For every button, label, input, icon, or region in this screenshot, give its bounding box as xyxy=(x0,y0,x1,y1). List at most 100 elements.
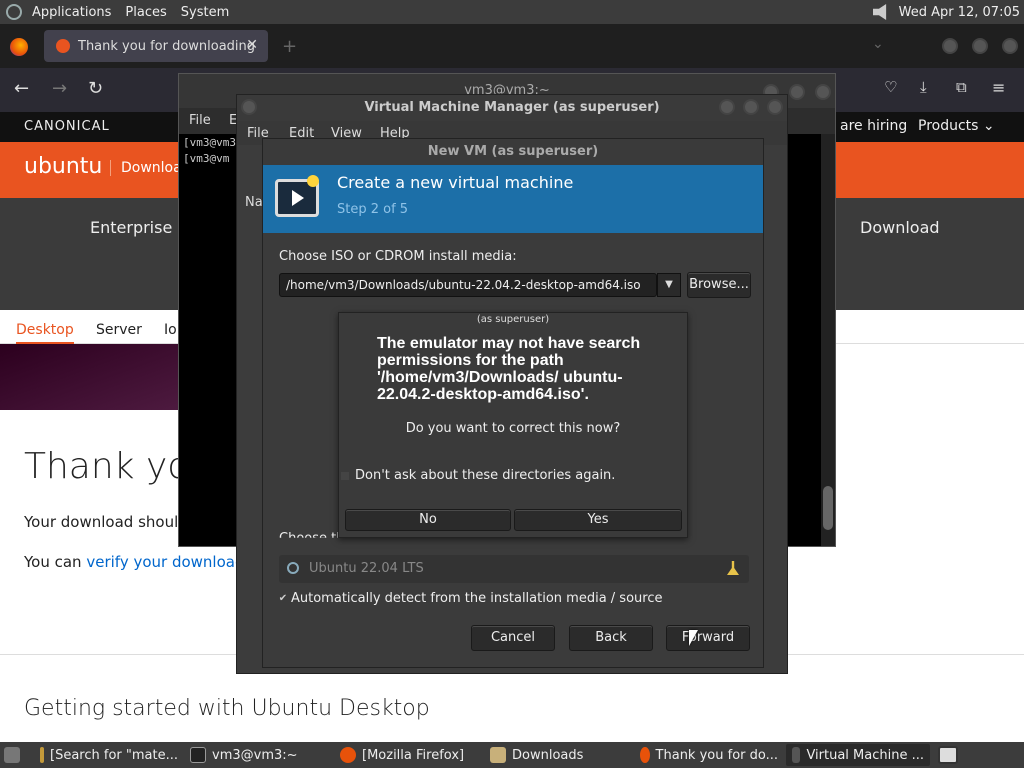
virt-manager-icon xyxy=(792,747,801,763)
system-menu[interactable]: System xyxy=(181,5,229,20)
no-button[interactable]: No xyxy=(345,509,511,531)
chevron-down-icon: ⌄ xyxy=(982,118,995,134)
nav-enterprise[interactable]: Enterprise xyxy=(90,218,172,237)
permissions-alert-dialog[interactable]: (as superuser) The emulator may not have… xyxy=(338,312,688,538)
subnav-server[interactable]: Server xyxy=(96,322,142,338)
list-tabs-icon[interactable]: ⌄ xyxy=(872,36,884,52)
terminal-line: [vm3@vm3 xyxy=(183,136,236,149)
new-vm-titlebar[interactable]: New VM (as superuser) xyxy=(263,139,763,165)
taskbar-item-label: vm3@vm3:~ xyxy=(212,747,298,763)
hiring-link[interactable]: are hiring xyxy=(840,118,907,134)
reload-icon[interactable]: ↻ xyxy=(88,78,103,99)
terminal-close-button[interactable] xyxy=(815,84,831,100)
places-menu[interactable]: Places xyxy=(125,5,166,20)
firefox-icon xyxy=(340,747,356,763)
cancel-button[interactable]: Cancel xyxy=(471,625,555,651)
terminal-icon xyxy=(190,747,206,763)
taskbar-item-label: [Search for "mate... xyxy=(50,747,178,763)
forward-button[interactable]: Forward xyxy=(666,625,750,651)
close-tab-icon[interactable]: ✕ xyxy=(246,37,258,53)
ubuntu-favicon-icon xyxy=(56,39,70,53)
banner-title: Create a new virtual machine xyxy=(337,173,574,192)
taskbar-item-vmm[interactable]: Virtual Machine ... xyxy=(786,744,930,766)
os-search-field[interactable]: Ubuntu 22.04 LTS xyxy=(279,555,749,583)
os-value: Ubuntu 22.04 LTS xyxy=(309,561,424,576)
terminal-maximize-button[interactable] xyxy=(789,84,805,100)
clock[interactable]: Wed Apr 12, 07:05 xyxy=(899,5,1020,20)
taskbar-item-search[interactable]: [Search for "mate... xyxy=(34,744,184,766)
firefox-icon[interactable] xyxy=(10,38,28,56)
maximize-window-button[interactable] xyxy=(972,38,988,54)
vmm-column-name[interactable]: Na xyxy=(245,195,263,210)
back-button[interactable]: Back xyxy=(569,625,653,651)
iso-path-combo[interactable]: /home/vm3/Downloads/ubuntu-22.04.2-deskt… xyxy=(279,273,657,297)
vmm-maximize-button[interactable] xyxy=(743,99,759,115)
terminal-line: [vm3@vm xyxy=(183,152,230,165)
taskbar-item-terminal[interactable]: vm3@vm3:~ xyxy=(184,744,324,766)
taskbar-item-firefox-minimized[interactable]: [Mozilla Firefox] xyxy=(334,744,474,766)
taskbar-item-label: Downloads xyxy=(512,747,584,763)
new-tab-button[interactable]: + xyxy=(282,36,297,57)
clear-broom-icon[interactable] xyxy=(727,561,739,575)
firefox-icon xyxy=(640,747,650,763)
dont-ask-checkbox[interactable] xyxy=(341,472,349,480)
extensions-icon[interactable]: ⧉ xyxy=(956,78,967,96)
yes-button[interactable]: Yes xyxy=(514,509,682,531)
products-label: Products xyxy=(918,118,979,134)
products-menu[interactable]: Products ⌄ xyxy=(918,118,995,134)
forward-arrow-icon[interactable]: → xyxy=(52,78,67,99)
tab-title: Thank you for downloading xyxy=(78,38,256,54)
speaker-icon[interactable] xyxy=(872,4,887,20)
mate-logo-icon[interactable] xyxy=(6,4,22,20)
verify-message: You can verify your download xyxy=(24,553,245,571)
hamburger-menu-icon[interactable]: ≡ xyxy=(992,78,1005,97)
choose-iso-label: Choose ISO or CDROM install media: xyxy=(279,249,517,264)
vmm-minimize-button[interactable] xyxy=(719,99,735,115)
subnav-iot[interactable]: Io xyxy=(164,322,177,338)
taskbar-item-label: Virtual Machine ... xyxy=(806,747,924,763)
alert-secondary-text: Do you want to correct this now? xyxy=(405,421,621,436)
taskbar-item-downloads[interactable]: Downloads xyxy=(484,744,624,766)
show-desktop-icon[interactable] xyxy=(4,747,20,763)
you-can-text: You can xyxy=(24,553,82,571)
auto-detect-checkbox[interactable]: ✔ xyxy=(277,594,289,606)
verify-download-link[interactable]: verify your download xyxy=(86,553,244,571)
alert-title[interactable]: (as superuser) xyxy=(339,313,687,329)
pocket-icon[interactable]: ♡ xyxy=(884,78,897,96)
minimize-window-button[interactable] xyxy=(942,38,958,54)
firefox-tab-strip: Thank you for downloading ✕ + ⌄ xyxy=(0,24,1024,68)
download-message: Your download shoul xyxy=(24,513,179,531)
subnav-desktop[interactable]: Desktop xyxy=(16,322,74,344)
step-banner: Create a new virtual machine Step 2 of 5 xyxy=(263,165,763,233)
new-star-icon xyxy=(307,175,319,187)
vmm-window-menu-button[interactable] xyxy=(241,99,257,115)
alert-primary-text: The emulator may not have search permiss… xyxy=(377,335,641,403)
workspace-switcher-icon[interactable] xyxy=(938,746,958,764)
mouse-cursor-icon xyxy=(689,630,698,646)
bottom-taskbar: [Search for "mate... vm3@vm3:~ [Mozilla … xyxy=(0,742,1024,768)
tab-thank-you[interactable]: Thank you for downloading ✕ xyxy=(44,30,268,62)
step-indicator: Step 2 of 5 xyxy=(337,202,409,217)
top-panel: Applications Places System Wed Apr 12, 0… xyxy=(0,0,1024,24)
canonical-logo[interactable]: CANONICAL xyxy=(24,119,110,134)
getting-started-heading: Getting started with Ubuntu Desktop xyxy=(24,696,430,721)
auto-detect-label[interactable]: Automatically detect from the installati… xyxy=(291,591,662,606)
combo-dropdown-arrow-icon[interactable]: ▼ xyxy=(657,273,681,297)
applications-menu[interactable]: Applications xyxy=(32,5,111,20)
ubuntu-logo[interactable]: ubuntu xyxy=(24,154,102,179)
terminal-menu-file[interactable]: File xyxy=(189,113,211,128)
taskbar-item-label: [Mozilla Firefox] xyxy=(362,747,465,763)
vmm-titlebar[interactable]: Virtual Machine Manager (as superuser) xyxy=(237,95,787,121)
downloads-section-label[interactable]: Downloa xyxy=(110,160,182,176)
taskbar-item-label: Thank you for do... xyxy=(655,747,778,763)
downloads-arrow-icon[interactable]: ⤓ xyxy=(920,78,927,96)
search-icon xyxy=(287,562,299,574)
dont-ask-label[interactable]: Don't ask about these directories again. xyxy=(355,468,615,483)
vmm-close-button[interactable] xyxy=(767,99,783,115)
browse-button[interactable]: Browse... xyxy=(687,272,751,298)
taskbar-item-firefox[interactable]: Thank you for do... xyxy=(634,744,784,766)
nav-download[interactable]: Download xyxy=(860,218,940,237)
terminal-scroll-thumb[interactable] xyxy=(823,486,833,530)
close-window-button[interactable] xyxy=(1002,38,1018,54)
back-arrow-icon[interactable]: ← xyxy=(14,78,29,99)
